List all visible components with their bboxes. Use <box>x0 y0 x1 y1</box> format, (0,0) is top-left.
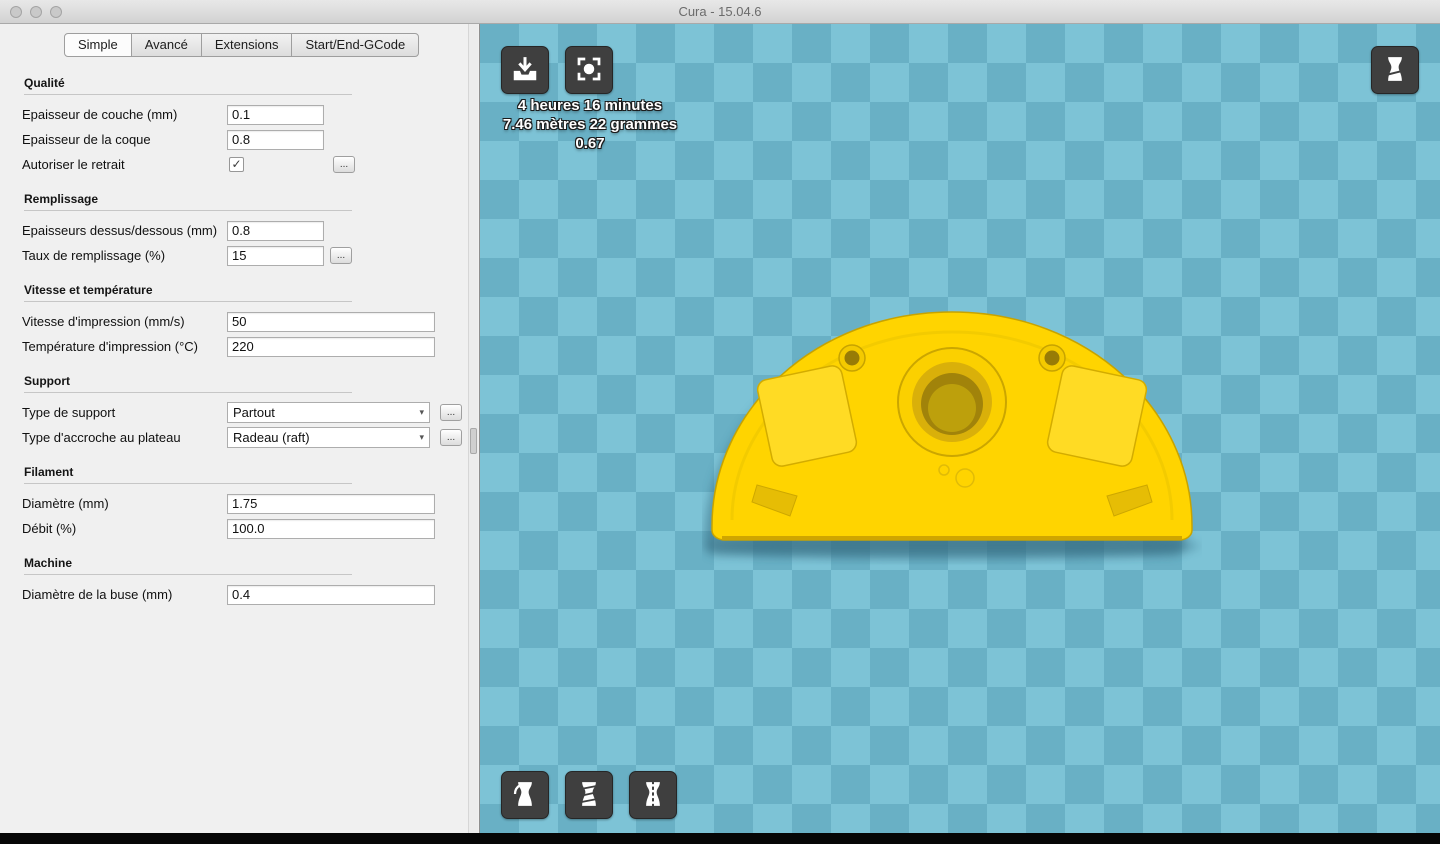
chevron-down-icon: ▾ <box>419 432 424 442</box>
model-bore-floor <box>928 384 976 432</box>
input-epaisseur-de-la-coque[interactable] <box>227 129 324 150</box>
tab-bar: Simple Avancé Extensions Start/End-GCode <box>0 24 479 61</box>
section-rule <box>24 210 352 211</box>
print-stats: 4 heures 16 minutes 7.46 mètres 22 gramm… <box>480 96 700 153</box>
select-value: Partout <box>233 405 275 420</box>
setting-label: Epaisseurs dessus/dessous (mm) <box>22 223 218 238</box>
setting-row-temperature-d-impression-c: Température d'impression (°C) <box>0 334 479 359</box>
setting-label: Débit (%) <box>22 521 77 536</box>
input-diametre-mm[interactable] <box>227 493 435 514</box>
print-time: 4 heures 16 minutes <box>517 97 663 114</box>
setting-row-vitesse-d-impression-mm-s: Vitesse d'impression (mm/s) <box>0 309 479 334</box>
viewport-3d[interactable]: 4 heures 16 minutes 7.46 mètres 22 gramm… <box>480 24 1440 833</box>
setting-row-autoriser-le-retrait: Autoriser le retrait ✓... <box>0 152 479 177</box>
app-window: Cura - 15.04.6 Simple Avancé Extensions Sta… <box>0 0 1440 844</box>
section-rule <box>24 483 352 484</box>
setting-label: Diamètre de la buse (mm) <box>22 587 173 602</box>
setting-label: Diamètre (mm) <box>22 496 109 511</box>
model-screw-hole-right-bore <box>1044 350 1060 366</box>
more-options-button-autoriser-le-retrait[interactable]: ... <box>333 156 355 173</box>
close-button[interactable] <box>10 5 22 18</box>
rotate-model-icon <box>510 779 540 812</box>
rotate-model-button[interactable] <box>501 771 549 819</box>
setting-row-type-d-accroche-au-plateau: Type d'accroche au plateau Radeau (raft) ▾… <box>0 425 479 450</box>
section-title-machine: Machine <box>24 556 73 570</box>
section-title-support: Support <box>24 374 70 388</box>
setting-label: Taux de remplissage (%) <box>22 248 166 263</box>
tab-avance[interactable]: Avancé <box>130 33 202 57</box>
more-options-button-type-d-accroche-au-plateau[interactable]: ... <box>440 429 462 446</box>
settings-panel: Simple Avancé Extensions Start/End-GCode Qu… <box>0 24 480 833</box>
input-diametre-de-la-buse-mm[interactable] <box>227 584 435 605</box>
window-title: Cura - 15.04.6 <box>678 4 762 19</box>
setting-row-diametre-de-la-buse-mm: Diamètre de la buse (mm) <box>0 582 479 607</box>
chevron-down-icon: ▾ <box>419 407 424 417</box>
more-options-button-taux-de-remplissage[interactable]: ... <box>330 247 352 264</box>
tab-start-end-gcode[interactable]: Start/End-GCode <box>291 33 420 57</box>
section-rule <box>24 574 352 575</box>
tab-simple[interactable]: Simple <box>64 33 132 57</box>
mirror-model-button[interactable] <box>629 771 677 819</box>
section-title-filament: Filament <box>24 465 74 479</box>
select-type-d-accroche-au-plateau[interactable]: Radeau (raft) ▾ <box>227 427 430 448</box>
setting-row-type-de-support: Type de support Partout ▾... <box>0 400 479 425</box>
save-toolpath-icon <box>574 54 604 87</box>
setting-label: Type d'accroche au plateau <box>22 430 181 445</box>
checkbox-autoriser-le-retrait[interactable]: ✓ <box>229 157 244 172</box>
setting-row-epaisseur-de-couche-mm: Epaisseur de couche (mm) <box>0 102 479 127</box>
input-epaisseur-de-couche-mm[interactable] <box>227 104 324 125</box>
model-screw-hole-left-bore <box>844 350 860 366</box>
setting-label: Autoriser le retrait <box>22 157 125 172</box>
tab-extensions[interactable]: Extensions <box>200 33 293 57</box>
section-rule <box>24 301 352 302</box>
view-mode-button[interactable] <box>1371 46 1419 94</box>
section-title-qualite: Qualité <box>24 76 65 90</box>
input-vitesse-d-impression-mm-s[interactable] <box>227 311 435 332</box>
section-title-remplissage: Remplissage <box>24 192 99 206</box>
print-material: 7.46 mètres 22 grammes <box>502 116 678 133</box>
setting-label: Type de support <box>22 405 116 420</box>
save-toolpath-button[interactable] <box>565 46 613 94</box>
section-rule <box>24 94 352 95</box>
settings-sections: Qualité Epaisseur de couche (mm) Epaisseur… <box>0 76 479 607</box>
model-left-pod <box>756 365 858 467</box>
setting-label: Vitesse d'impression (mm/s) <box>22 314 185 329</box>
setting-row-debit: Débit (%) <box>0 516 479 541</box>
bottom-bar <box>0 833 1440 844</box>
model-3d[interactable] <box>702 280 1202 585</box>
print-cost: 0.67 <box>575 135 605 152</box>
splitter-handle[interactable] <box>470 428 477 454</box>
section-rule <box>24 392 352 393</box>
titlebar: Cura - 15.04.6 <box>0 0 1440 24</box>
setting-label: Température d'impression (°C) <box>22 339 199 354</box>
select-value: Radeau (raft) <box>233 430 310 445</box>
setting-row-diametre-mm: Diamètre (mm) <box>0 491 479 516</box>
traffic-lights <box>10 0 62 23</box>
zoom-button[interactable] <box>50 5 62 18</box>
select-type-de-support[interactable]: Partout ▾ <box>227 402 430 423</box>
model-right-pod <box>1046 365 1148 467</box>
load-model-icon <box>510 54 540 87</box>
load-model-button[interactable] <box>501 46 549 94</box>
mirror-model-icon <box>638 779 668 812</box>
minimize-button[interactable] <box>30 5 42 18</box>
setting-row-epaisseur-de-la-coque: Epaisseur de la coque <box>0 127 479 152</box>
setting-label: Epaisseur de couche (mm) <box>22 107 178 122</box>
setting-label: Epaisseur de la coque <box>22 132 151 147</box>
section-title-vitesse-et-temperature: Vitesse et température <box>24 283 153 297</box>
input-epaisseurs-dessus-dessous-mm[interactable] <box>227 220 324 241</box>
scale-model-icon <box>574 779 604 812</box>
view-mode-icon <box>1380 54 1410 87</box>
scale-model-button[interactable] <box>565 771 613 819</box>
more-options-button-type-de-support[interactable]: ... <box>440 404 462 421</box>
main-area: Simple Avancé Extensions Start/End-GCode Qu… <box>0 24 1440 833</box>
input-temperature-d-impression-c[interactable] <box>227 336 435 357</box>
setting-row-taux-de-remplissage: Taux de remplissage (%)... <box>0 243 479 268</box>
input-debit[interactable] <box>227 518 435 539</box>
input-taux-de-remplissage[interactable] <box>227 245 324 266</box>
setting-row-epaisseurs-dessus-dessous-mm: Epaisseurs dessus/dessous (mm) <box>0 218 479 243</box>
